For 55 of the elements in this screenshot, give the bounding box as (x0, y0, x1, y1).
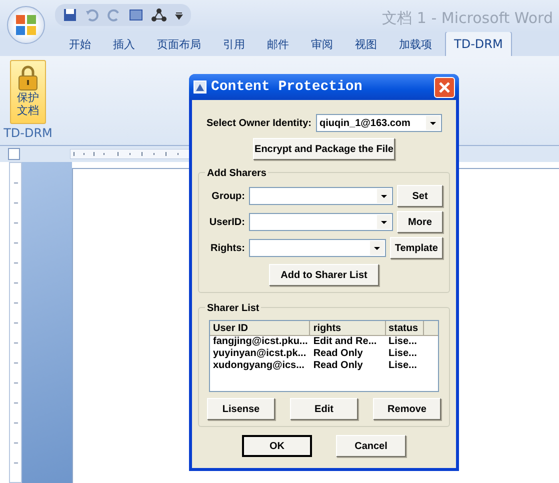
ribbon-tab[interactable]: 插入 (104, 32, 144, 56)
tab-selector[interactable] (8, 148, 20, 160)
ribbon-tab[interactable]: 加载项 (390, 32, 441, 56)
group-label: TD-DRM (3, 125, 53, 142)
ribbon-tab[interactable]: 引用 (214, 32, 254, 56)
table-cell-text: Read Only (312, 360, 364, 372)
office-logo-icon (15, 14, 37, 36)
table-cell-text: Lise... (388, 360, 418, 372)
column-header[interactable]: rights (310, 321, 386, 335)
network-icon[interactable] (151, 8, 167, 22)
field-label: UserID: (208, 216, 245, 230)
ribbon-tab[interactable]: TD-DRM (445, 31, 512, 56)
list-action-button[interactable]: Edit (290, 398, 358, 420)
dialog-title: Content Protection (211, 78, 364, 96)
table-cell-text: xudongyang@ics... (212, 360, 306, 372)
dropdown-field[interactable] (249, 187, 393, 205)
save-icon[interactable] (63, 8, 77, 22)
table-cell-text: fangjing@icst.pku... (212, 336, 309, 348)
close-icon (438, 80, 451, 94)
sharer-list-view[interactable]: User ID rights status fangjing@icst.pku... Edit and Re... Lise... yuyinyan@icst.pk... Read Only Lise... xudongyang@ics... Read Only Lise... (209, 320, 439, 392)
dropdown-field[interactable] (249, 239, 386, 257)
encrypt-package-button[interactable]: Encrypt and Package the File (253, 138, 395, 160)
ribbon-tab[interactable]: 邮件 (258, 32, 298, 56)
window-icon[interactable] (129, 8, 143, 22)
dropdown-field[interactable] (249, 213, 393, 231)
ribbon-tab[interactable]: 开始 (60, 32, 100, 56)
protect-document-button[interactable]: 保护 文档 (10, 60, 46, 124)
sharer-action-button[interactable]: Set (397, 185, 443, 207)
close-button[interactable] (434, 76, 455, 98)
office-button[interactable] (7, 6, 45, 44)
list-action-button[interactable]: Remove (373, 398, 441, 420)
column-header[interactable]: User ID (210, 321, 310, 335)
table-cell-text: yuyinyan@icst.pk... (212, 348, 308, 360)
owner-identity-label: Select Owner Identity: (206, 116, 312, 130)
table-cell-text: Edit and Re... (312, 336, 378, 348)
sharer-action-button[interactable]: More (397, 211, 443, 233)
owner-identity-dropdown[interactable]: qiuqin_1@163.com (316, 114, 442, 132)
field-label: Group: (210, 190, 245, 204)
sharer-action-button[interactable]: Template (390, 237, 443, 259)
list-action-button[interactable]: Lisense (207, 398, 275, 420)
column-header[interactable]: status (386, 321, 424, 335)
app-icon (193, 80, 207, 94)
table-cell-text: Read Only (312, 348, 364, 360)
ribbon-tab[interactable]: 页面布局 (148, 32, 210, 56)
padlock-icon (17, 65, 39, 91)
ribbon-tab[interactable]: 视图 (346, 32, 386, 56)
window-title: 文档 1 - Microsoft Word (382, 8, 553, 29)
ribbon-tab[interactable]: 审阅 (302, 32, 342, 56)
dialog-button[interactable]: OK (242, 435, 312, 457)
dialog-button[interactable]: Cancel (336, 435, 406, 457)
add-to-list-button[interactable]: Add to Sharer List (269, 264, 379, 286)
field-label: Rights: (210, 242, 245, 256)
table-cell-text: Lise... (388, 348, 418, 360)
table-cell-text: Lise... (388, 336, 418, 348)
dropdown-icon[interactable] (175, 10, 183, 20)
